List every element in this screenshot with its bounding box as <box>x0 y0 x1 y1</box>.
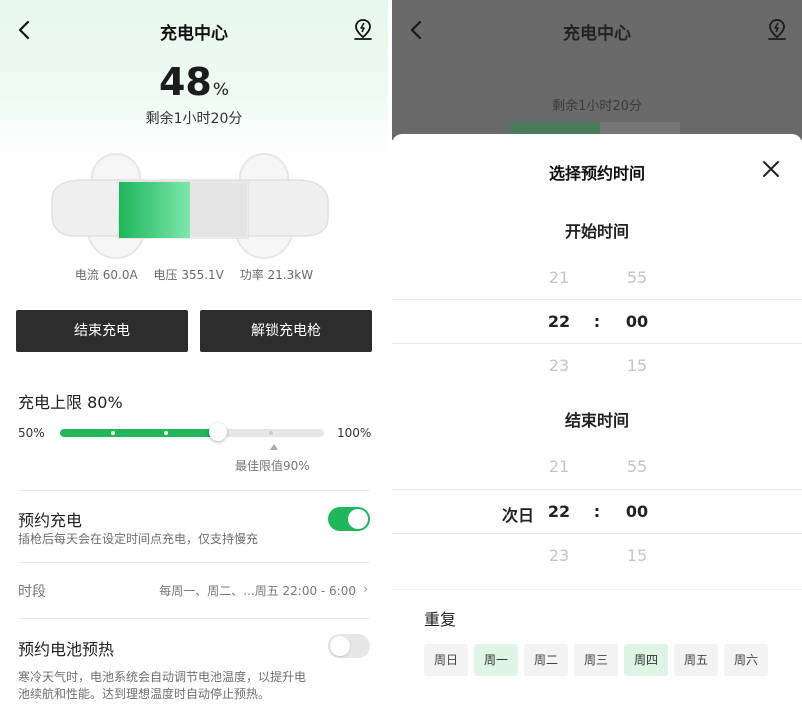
battery-preheat-desc-line2: 池续航和性能。达到理想温度时自动停止预热。 <box>18 687 271 701</box>
day-monday[interactable]: 周一 <box>474 644 518 676</box>
day-wednesday[interactable]: 周三 <box>574 644 618 676</box>
chevron-right-icon[interactable]: › <box>363 582 368 596</box>
slider-fill <box>60 429 219 437</box>
schedule-time-sheet: 选择预约时间 开始时间 21 55 22 : 00 23 15 结束时间 21 … <box>392 134 802 712</box>
dimmed-background[interactable]: 充电中心 剩余1小时20分 <box>392 0 802 140</box>
minute-option: 15 <box>626 546 648 565</box>
time-colon: : <box>593 312 601 331</box>
battery-preheat-toggle[interactable] <box>328 634 370 658</box>
charging-stats: 电流 60.0A 电压 355.1V 功率 21.3kW <box>0 266 388 283</box>
day-friday[interactable]: 周五 <box>674 644 718 676</box>
minute-option: 55 <box>626 457 648 476</box>
end-hour[interactable]: 22 <box>544 502 574 521</box>
hour-option: 23 <box>548 356 570 375</box>
sheet-title: 选择预约时间 <box>548 164 645 183</box>
start-hour[interactable]: 22 <box>544 312 574 331</box>
slider-min-label: 50% <box>18 426 45 440</box>
period-label: 时段 <box>18 584 46 600</box>
battery-preheat-title: 预约电池预热 <box>18 640 115 659</box>
period-value[interactable]: 每周一、周二、...周五 22:00 - 6:00 <box>159 582 356 599</box>
end-time-title: 结束时间 <box>564 411 629 430</box>
divider <box>18 618 370 619</box>
divider <box>18 490 370 491</box>
battery-percent-value: 48 <box>158 60 212 104</box>
start-time-title: 开始时间 <box>564 222 629 241</box>
header: 充电中心 <box>392 0 802 60</box>
page-title: 充电中心 <box>563 24 631 44</box>
slider-tick <box>163 431 168 435</box>
car-battery-illustration <box>51 153 329 259</box>
section-divider <box>392 589 802 590</box>
slider-handle[interactable] <box>209 423 228 441</box>
scheduled-charging-toggle[interactable] <box>328 507 370 531</box>
day-sunday[interactable]: 周日 <box>424 644 468 676</box>
hour-option: 21 <box>548 268 570 287</box>
hour-option: 23 <box>548 546 570 565</box>
slider-max-label: 100% <box>337 426 372 440</box>
day-saturday[interactable]: 周六 <box>724 644 768 676</box>
toggle-knob <box>348 509 368 529</box>
repeat-title: 重复 <box>424 610 457 629</box>
day-thursday[interactable]: 周四 <box>624 644 668 676</box>
next-day-label: 次日 <box>501 506 534 525</box>
best-limit-label: 最佳限值90% <box>235 459 310 473</box>
battery-preheat-desc-line1: 寒冷天气时，电池系统会自动调节电池温度，以提升电 <box>18 670 307 684</box>
slider-tick <box>110 431 115 435</box>
minute-option: 55 <box>626 268 648 287</box>
scheduled-charging-desc: 插枪后每天会在设定时间点充电，仅支持慢充 <box>18 532 259 546</box>
battery-fill-bar <box>119 182 190 238</box>
start-time-row[interactable]: 21 55 <box>392 256 802 300</box>
end-minute[interactable]: 00 <box>622 502 652 521</box>
battery-percent-unit: % <box>212 80 230 100</box>
start-minute[interactable]: 00 <box>622 312 652 331</box>
end-time-selected-row[interactable]: 次日 22 : 00 <box>392 490 802 534</box>
day-tuesday[interactable]: 周二 <box>524 644 568 676</box>
remaining-time: 剩余1小时20分 <box>552 99 642 114</box>
scheduled-charging-title: 预约充电 <box>18 511 83 530</box>
page-title: 充电中心 <box>160 24 228 44</box>
charging-center-screen: 充电中心 48% 剩余1小时20分 电流 60.0A 电压 355.1V 功率 … <box>0 0 388 712</box>
best-limit-marker-icon <box>270 444 278 450</box>
end-time-row[interactable]: 23 15 <box>392 534 802 578</box>
header: 充电中心 <box>0 0 388 60</box>
power-stat: 功率 21.3kW <box>239 268 314 282</box>
current-stat: 电流 60.0A <box>74 268 138 282</box>
slider-tick <box>269 431 274 435</box>
remaining-time: 剩余1小时20分 <box>145 111 243 127</box>
unlock-charger-button[interactable]: 解锁充电枪 <box>200 310 372 352</box>
start-time-row[interactable]: 23 15 <box>392 344 802 388</box>
minute-option: 15 <box>626 356 648 375</box>
time-colon: : <box>593 502 601 521</box>
toggle-knob <box>330 636 350 656</box>
charge-limit-slider[interactable] <box>60 429 324 437</box>
start-time-selected-row[interactable]: 22 : 00 <box>392 300 802 344</box>
close-icon[interactable] <box>762 160 780 178</box>
schedule-time-screen: 充电中心 剩余1小时20分 选择预约时间 开始时间 21 55 22 : 00 <box>392 0 802 712</box>
location-charger-icon[interactable] <box>352 18 374 42</box>
battery-percent: 48% <box>0 60 388 104</box>
charge-limit-title: 充电上限 80% <box>18 393 123 412</box>
voltage-stat: 电压 355.1V <box>153 268 224 282</box>
hour-option: 21 <box>548 457 570 476</box>
end-time-row[interactable]: 21 55 <box>392 445 802 489</box>
stop-charging-button[interactable]: 结束充电 <box>16 310 188 352</box>
location-charger-icon <box>768 19 786 40</box>
divider <box>18 562 370 563</box>
